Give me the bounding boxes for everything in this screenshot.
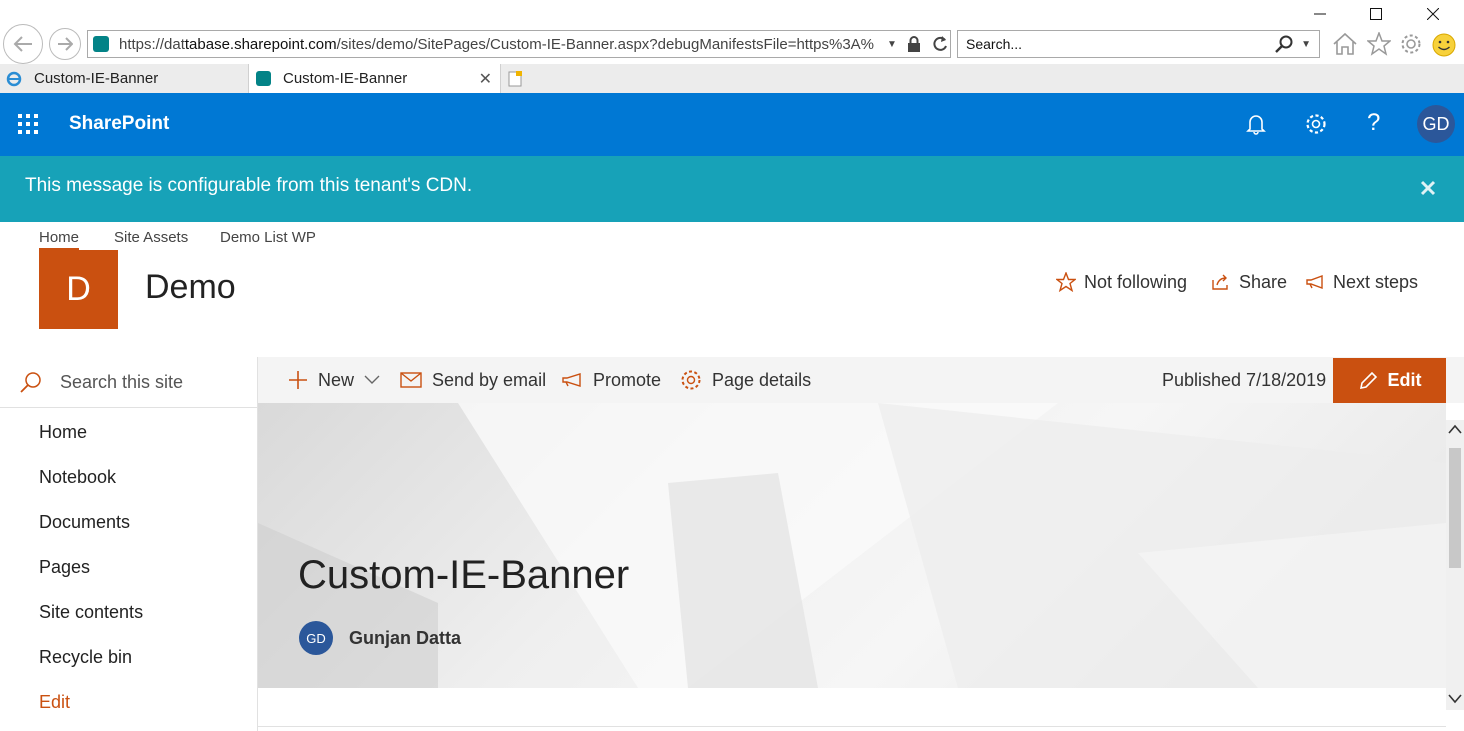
page-details-button[interactable]: Page details <box>680 357 811 403</box>
promote-button[interactable]: Promote <box>561 357 661 403</box>
command-bar: New Send by email Promote Page details P… <box>258 357 1464 403</box>
minimize-button[interactable] <box>1297 0 1343 28</box>
refresh-icon[interactable] <box>931 35 949 53</box>
nav-documents[interactable]: Documents <box>39 512 130 533</box>
smiley-feedback-icon[interactable] <box>1432 33 1456 57</box>
author-avatar[interactable]: GD <box>299 621 333 655</box>
tab-title: Custom-IE-Banner <box>283 70 408 87</box>
search-icon <box>20 371 42 393</box>
browser-tab-active[interactable]: Custom-IE-Banner ✕ <box>250 64 501 93</box>
custom-ie-banner: This message is configurable from this t… <box>0 156 1464 222</box>
favorites-star-icon[interactable] <box>1367 32 1391 56</box>
sharepoint-favicon-icon <box>93 36 109 52</box>
send-by-email-button[interactable]: Send by email <box>400 357 546 403</box>
tab-strip-filler <box>528 64 1464 93</box>
page-details-label: Page details <box>712 369 812 390</box>
user-avatar[interactable]: GD <box>1417 105 1455 143</box>
browser-search-input[interactable]: Search... ▼ <box>957 30 1320 58</box>
scrollbar-thumb[interactable] <box>1449 448 1461 568</box>
browser-tab-inactive[interactable]: Custom-IE-Banner <box>0 64 249 93</box>
new-tab-button[interactable] <box>501 64 528 93</box>
url-host: tabase.sharepoint.com <box>184 35 337 53</box>
address-bar[interactable]: https://dattabase.sharepoint.com/sites/d… <box>87 30 951 58</box>
settings-gear-icon[interactable] <box>1305 113 1327 135</box>
help-icon[interactable]: ? <box>1367 109 1380 137</box>
page-title-banner: Custom-IE-Banner GD Gunjan Datta <box>258 403 1446 688</box>
banner-message: This message is configurable from this t… <box>25 175 473 196</box>
dropdown-icon[interactable]: ▼ <box>887 39 897 50</box>
new-label: New <box>318 369 355 390</box>
close-tab-icon[interactable]: ✕ <box>479 69 492 89</box>
next-steps-label: Next steps <box>1333 271 1419 292</box>
share-icon <box>1211 273 1231 291</box>
url-path: /sites/demo/SitePages/Custom-IE-Banner.a… <box>336 35 875 53</box>
new-button[interactable]: New <box>288 357 380 403</box>
next-steps-button[interactable]: Next steps <box>1305 270 1418 294</box>
nav-recycle-bin[interactable]: Recycle bin <box>39 647 132 668</box>
page-scrollbar[interactable] <box>1446 420 1464 710</box>
divider <box>258 726 1446 727</box>
site-title[interactable]: Demo <box>145 268 236 307</box>
nav-edit-link[interactable]: Edit <box>39 692 70 713</box>
browser-chrome: https://dattabase.sharepoint.com/sites/d… <box>0 0 1464 93</box>
tab-title: Custom-IE-Banner <box>34 70 159 87</box>
site-search-placeholder: Search this site <box>60 371 184 392</box>
url-text: https://dattabase.sharepoint.com/sites/d… <box>119 36 879 53</box>
notifications-bell-icon[interactable] <box>1245 113 1267 135</box>
site-search-box[interactable]: Search this site <box>0 357 257 408</box>
send-by-email-label: Send by email <box>432 369 547 390</box>
nav-site-contents[interactable]: Site contents <box>39 602 143 623</box>
follow-label: Not following <box>1084 271 1188 292</box>
scroll-down-icon[interactable] <box>1448 694 1462 704</box>
banner-close-icon[interactable] <box>1420 180 1436 196</box>
share-label: Share <box>1239 271 1288 292</box>
browser-search-placeholder: Search... <box>966 36 1023 52</box>
nav-home[interactable]: Home <box>39 422 87 443</box>
share-button[interactable]: Share <box>1211 270 1287 294</box>
top-nav-site-assets[interactable]: Site Assets <box>114 229 188 246</box>
pencil-icon <box>1358 371 1378 391</box>
nav-notebook[interactable]: Notebook <box>39 467 116 488</box>
top-nav-home[interactable]: Home <box>39 229 80 250</box>
star-icon <box>1056 272 1076 292</box>
back-button[interactable] <box>3 24 43 64</box>
mail-icon <box>400 372 422 388</box>
edit-page-button[interactable]: Edit <box>1333 358 1446 403</box>
new-tab-icon <box>508 70 522 87</box>
ie-favicon-icon <box>6 71 22 87</box>
app-name[interactable]: SharePoint <box>69 113 169 135</box>
edit-label: Edit <box>1387 370 1422 390</box>
forward-button[interactable] <box>49 28 81 60</box>
plus-icon <box>288 370 308 390</box>
chevron-down-icon <box>364 375 380 385</box>
published-status: Published 7/18/2019 <box>1162 369 1327 390</box>
promote-label: Promote <box>593 369 662 390</box>
megaphone-icon <box>1305 274 1325 290</box>
url-prefix: https://dat <box>119 35 185 53</box>
page-title: Custom-IE-Banner <box>298 553 630 597</box>
search-dropdown-icon[interactable]: ▼ <box>1301 39 1311 50</box>
site-logo[interactable]: D <box>39 250 118 329</box>
home-icon[interactable] <box>1332 32 1358 56</box>
top-nav-demo-list-wp[interactable]: Demo List WP <box>220 229 316 246</box>
suite-bar: SharePoint ? GD <box>0 93 1464 156</box>
author-name[interactable]: Gunjan Datta <box>349 628 461 649</box>
maximize-button[interactable] <box>1353 0 1399 28</box>
megaphone-icon <box>561 372 583 388</box>
app-launcher-icon[interactable] <box>18 114 38 134</box>
gear-icon <box>680 369 702 391</box>
gear-icon[interactable] <box>1400 33 1422 55</box>
search-icon[interactable] <box>1275 35 1293 53</box>
scroll-up-icon[interactable] <box>1448 424 1462 434</box>
close-window-button[interactable] <box>1410 0 1456 28</box>
lock-icon[interactable] <box>907 36 921 52</box>
nav-pages[interactable]: Pages <box>39 557 90 578</box>
follow-button[interactable]: Not following <box>1056 270 1187 294</box>
left-navigation: Search this site Home Notebook Documents… <box>0 357 258 731</box>
sharepoint-favicon-icon <box>256 71 271 86</box>
